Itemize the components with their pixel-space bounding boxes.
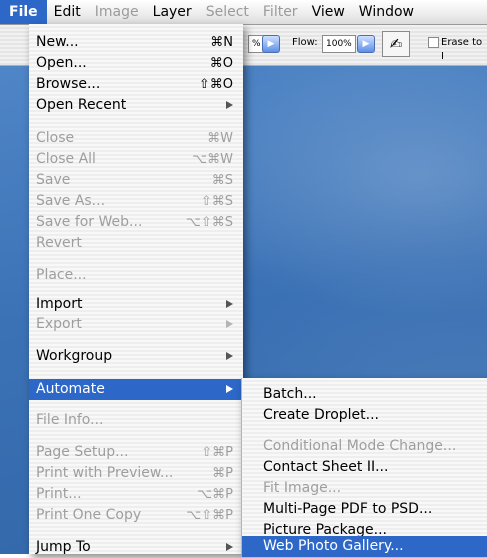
submenu-arrow-icon — [226, 352, 233, 360]
erase-checkbox[interactable] — [428, 37, 439, 48]
flow-label: Flow: — [292, 37, 318, 48]
menubar-image[interactable]: Image — [88, 0, 146, 24]
menubar-window[interactable]: Window — [352, 0, 421, 24]
submenu-arrow-icon — [226, 543, 233, 551]
submenu-arrow-icon — [226, 320, 233, 328]
menu-item-fit-image[interactable]: Fit Image... — [242, 478, 487, 499]
menu-item-print[interactable]: Print... ⌥⌘P — [29, 484, 243, 505]
menu-item-open[interactable]: Open... ⌘O — [29, 53, 243, 74]
menu-item-workgroup[interactable]: Workgroup — [29, 346, 243, 367]
menubar-edit[interactable]: Edit — [47, 0, 88, 24]
menu-item-jump-to[interactable]: Jump To — [29, 537, 243, 558]
menu-item-import[interactable]: Import — [29, 294, 243, 315]
menubar-view[interactable]: View — [305, 0, 352, 24]
menu-bar: File Edit Image Layer Select Filter View… — [0, 0, 487, 25]
submenu-arrow-icon — [226, 101, 233, 109]
erase-label: Erase to I — [441, 37, 483, 62]
menu-item-contact-sheet[interactable]: Contact Sheet II... — [242, 457, 487, 478]
submenu-arrow-icon — [226, 300, 233, 308]
menu-item-close-all[interactable]: Close All ⌥⌘W — [29, 149, 243, 170]
menu-item-conditional-mode-change[interactable]: Conditional Mode Change... — [242, 436, 487, 457]
menu-item-close[interactable]: Close ⌘W — [29, 128, 243, 149]
opacity-arrow-icon[interactable]: ▶ — [262, 35, 280, 53]
flow-arrow-icon[interactable]: ▶ — [357, 35, 375, 53]
menubar-select[interactable]: Select — [199, 0, 256, 24]
menu-item-save[interactable]: Save ⌘S — [29, 170, 243, 191]
menu-item-place[interactable]: Place... — [29, 265, 243, 286]
menu-item-new[interactable]: New... ⌘N — [29, 32, 243, 53]
menu-item-automate[interactable]: Automate — [29, 379, 243, 400]
airbrush-icon[interactable]: ✍ — [382, 31, 410, 57]
menubar-layer[interactable]: Layer — [146, 0, 199, 24]
menu-item-revert[interactable]: Revert — [29, 233, 243, 254]
submenu-arrow-icon — [226, 385, 233, 393]
automate-submenu: Batch... Create Droplet... Conditional M… — [241, 378, 487, 557]
menu-item-save-as[interactable]: Save As... ⇧⌘S — [29, 191, 243, 212]
menu-item-file-info[interactable]: File Info... — [29, 410, 243, 431]
menu-item-save-for-web[interactable]: Save for Web... ⌥⇧⌘S — [29, 212, 243, 233]
menu-item-create-droplet[interactable]: Create Droplet... — [242, 405, 487, 426]
flow-field[interactable]: 100% — [322, 35, 356, 53]
menu-item-batch[interactable]: Batch... — [242, 384, 487, 405]
file-menu: New... ⌘N Open... ⌘O Browse... ⇧⌘O Open Rec… — [29, 24, 243, 555]
menu-item-page-setup[interactable]: Page Setup... ⇧⌘P — [29, 442, 243, 463]
menu-item-multi-page-pdf[interactable]: Multi-Page PDF to PSD... — [242, 499, 487, 520]
menu-item-export[interactable]: Export — [29, 314, 243, 335]
menu-item-browse[interactable]: Browse... ⇧⌘O — [29, 74, 243, 95]
menu-item-print-one-copy[interactable]: Print One Copy ⌥⇧⌘P — [29, 505, 243, 526]
menubar-file[interactable]: File — [0, 0, 47, 24]
menu-item-open-recent[interactable]: Open Recent — [29, 95, 243, 116]
menu-item-print-with-preview[interactable]: Print with Preview... ⌘P — [29, 463, 243, 484]
menubar-filter[interactable]: Filter — [256, 0, 305, 24]
